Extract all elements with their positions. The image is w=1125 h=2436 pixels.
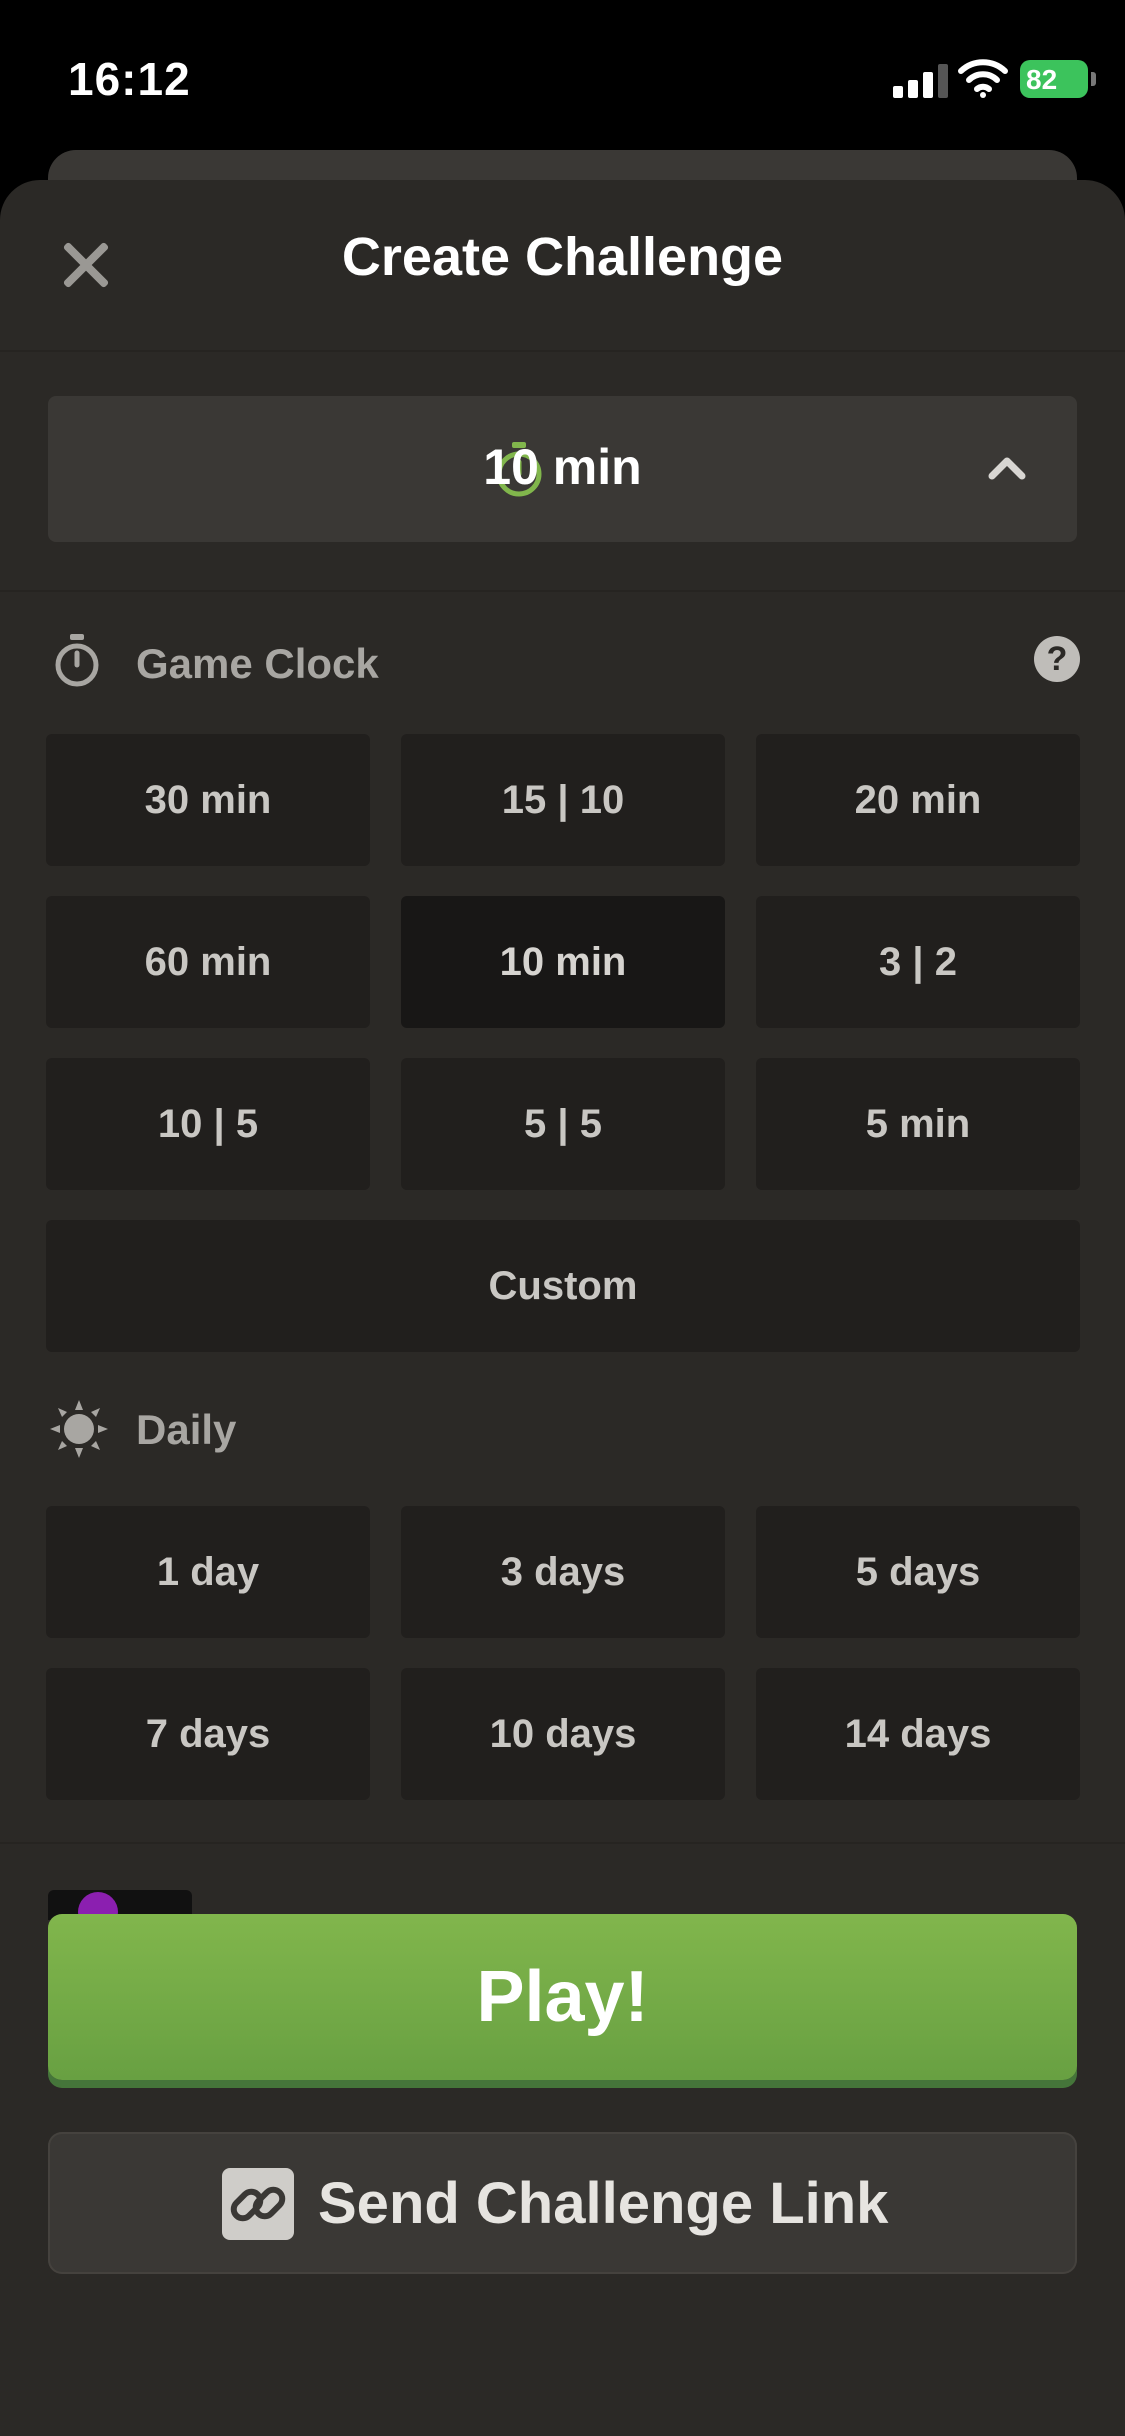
time-control-dropdown[interactable]: 10 min <box>48 396 1077 542</box>
wifi-icon <box>958 59 1008 98</box>
daily-option-14-days[interactable]: 14 days <box>756 1668 1080 1800</box>
send-challenge-link-button[interactable]: Send Challenge Link <box>48 2132 1077 2274</box>
help-icon[interactable]: ? <box>1034 636 1080 682</box>
header-divider <box>0 350 1125 352</box>
time-option-20-min[interactable]: 20 min <box>756 734 1080 866</box>
section-divider <box>0 590 1125 592</box>
daily-option-1-day[interactable]: 1 day <box>46 1506 370 1638</box>
daily-option-5-days[interactable]: 5 days <box>756 1506 1080 1638</box>
battery-icon: 82 <box>1020 60 1096 98</box>
daily-option-7-days[interactable]: 7 days <box>46 1668 370 1800</box>
send-challenge-link-label: Send Challenge Link <box>318 2171 889 2236</box>
play-button[interactable]: Play! <box>48 1914 1077 2080</box>
time-control-value: 10 min <box>483 439 642 495</box>
time-option-15-10[interactable]: 15 | 10 <box>401 734 725 866</box>
chevron-up-icon <box>988 457 1026 480</box>
time-option-5-min[interactable]: 5 min <box>756 1058 1080 1190</box>
time-option-3-2[interactable]: 3 | 2 <box>756 896 1080 1028</box>
stopwatch-icon <box>55 634 99 687</box>
cellular-signal-icon <box>893 64 949 98</box>
daily-heading: Daily <box>136 1406 237 1453</box>
time-option-30-min[interactable]: 30 min <box>46 734 370 866</box>
battery-percent: 82 <box>1026 64 1058 95</box>
sun-icon <box>50 1400 108 1458</box>
time-option-5-5[interactable]: 5 | 5 <box>401 1058 725 1190</box>
status-time: 16:12 <box>68 53 191 105</box>
time-option-10-5[interactable]: 10 | 5 <box>46 1058 370 1190</box>
game-clock-heading: Game Clock <box>136 640 379 687</box>
custom-time-button[interactable]: Custom <box>46 1220 1080 1352</box>
daily-option-10-days[interactable]: 10 days <box>401 1668 725 1800</box>
daily-option-3-days[interactable]: 3 days <box>401 1506 725 1638</box>
link-icon <box>222 2168 294 2240</box>
status-bar: 16:12 82 <box>0 0 1125 150</box>
time-option-60-min[interactable]: 60 min <box>46 896 370 1028</box>
time-option-10-min[interactable]: 10 min <box>401 896 725 1028</box>
section-divider <box>0 1842 1125 1844</box>
page-title: Create Challenge <box>341 227 784 287</box>
